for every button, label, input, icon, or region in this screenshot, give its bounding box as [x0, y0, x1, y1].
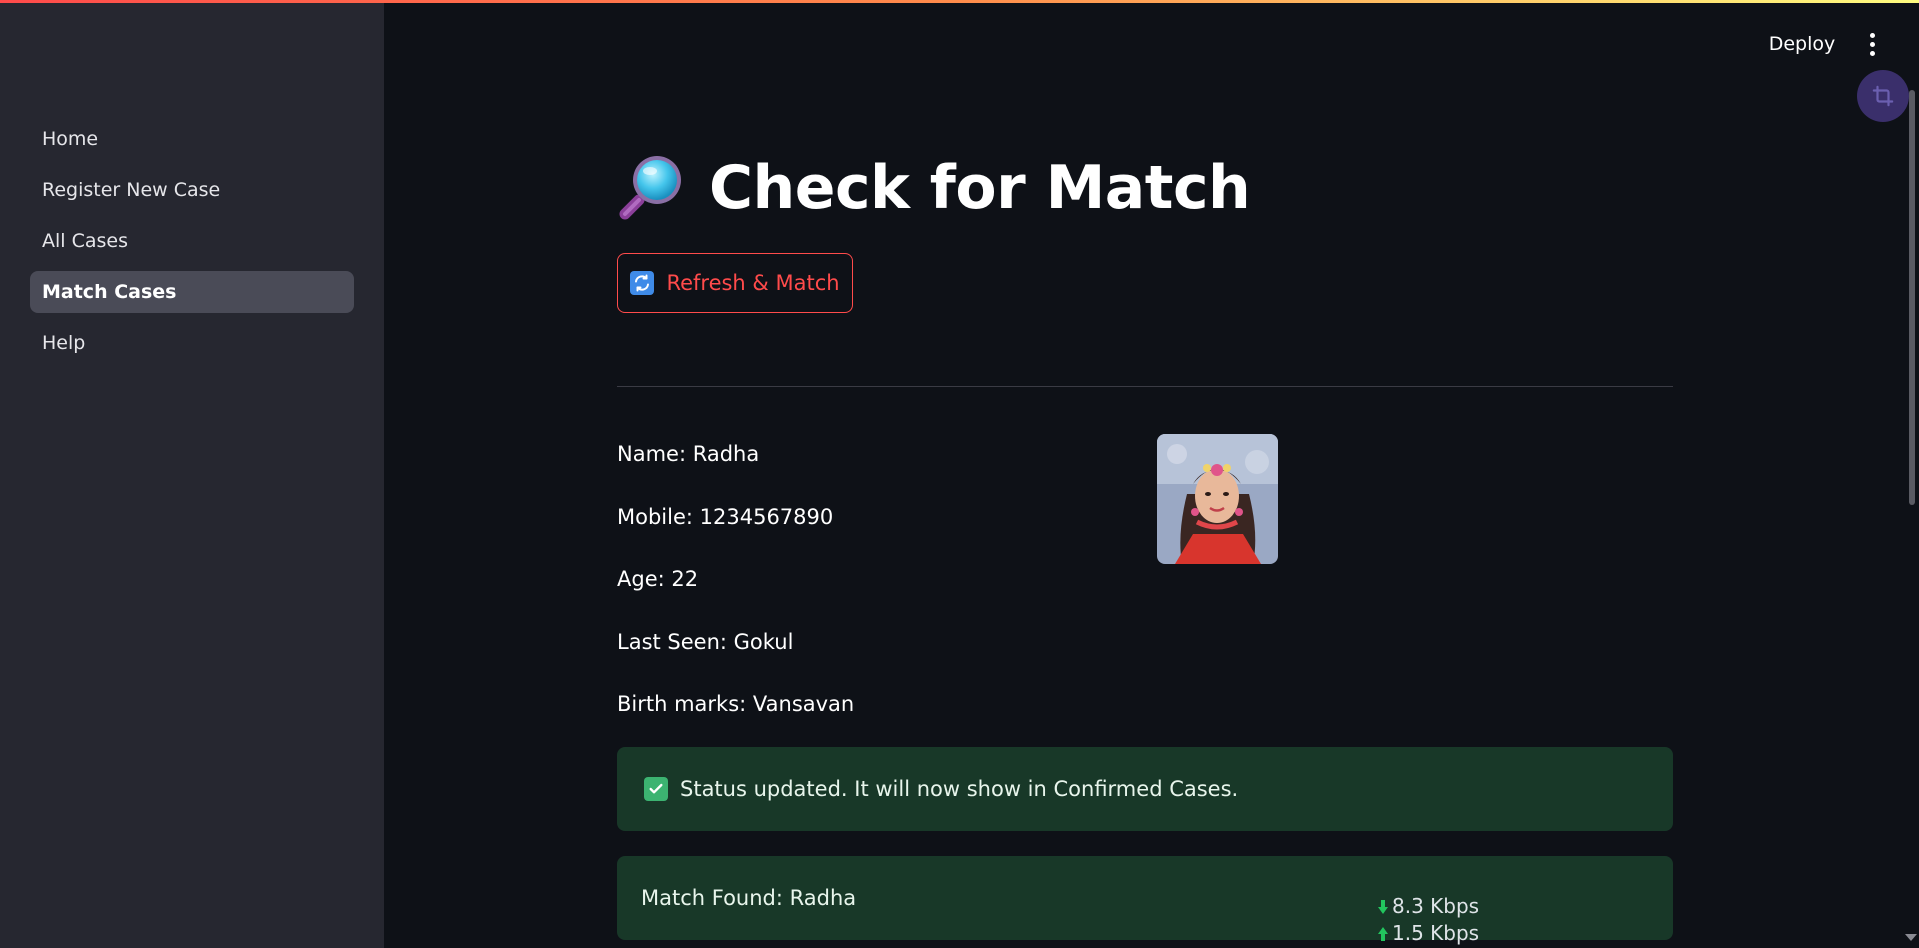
- status-alert: Status updated. It will now show in Conf…: [617, 747, 1673, 831]
- person-details: Name: Radha Mobile: 1234567890 Age: 22 L…: [617, 436, 1137, 749]
- page-title-text: Check for Match: [709, 153, 1251, 223]
- scroll-down-arrow-icon[interactable]: [1905, 934, 1917, 941]
- match-alert: Match Found: Radha: [617, 856, 1673, 940]
- sidebar: Home Register New Case All Cases Match C…: [0, 0, 384, 948]
- person-mobile: Mobile: 1234567890: [617, 504, 834, 529]
- refresh-icon: [630, 271, 655, 295]
- deploy-button[interactable]: Deploy: [1760, 28, 1844, 60]
- person-photo: [1157, 434, 1278, 564]
- upload-arrow-icon: [1378, 926, 1388, 941]
- page-title: Check for Match: [617, 150, 1251, 226]
- upload-speed: 1.5 Kbps: [1392, 921, 1480, 945]
- match-message: Match Found: Radha: [641, 886, 857, 910]
- scrollbar-thumb[interactable]: [1909, 90, 1915, 505]
- status-message: Status updated. It will now show in Conf…: [680, 777, 1239, 801]
- sidebar-nav: Home Register New Case All Cases Match C…: [30, 118, 354, 373]
- sidebar-item-all-cases[interactable]: All Cases: [30, 220, 354, 262]
- more-options-icon[interactable]: [1858, 28, 1886, 60]
- top-decoration-bar: [0, 0, 1919, 3]
- sidebar-item-home[interactable]: Home: [30, 118, 354, 160]
- sidebar-item-help[interactable]: Help: [30, 322, 354, 364]
- upload-speed-row: 1.5 Kbps: [1378, 920, 1479, 947]
- sidebar-item-register-new-case[interactable]: Register New Case: [30, 169, 354, 211]
- refresh-match-button[interactable]: Refresh & Match: [617, 253, 853, 313]
- person-birth-marks: Birth marks: Vansavan: [617, 692, 855, 716]
- person-age: Age: 22: [617, 567, 699, 591]
- crop-icon[interactable]: [1857, 70, 1909, 122]
- download-arrow-icon: [1378, 899, 1388, 914]
- download-speed: 8.3 Kbps: [1392, 894, 1480, 918]
- sidebar-item-match-cases[interactable]: Match Cases: [30, 271, 354, 313]
- main-content: Check for Match Refresh & Match Name: Ra…: [617, 0, 1673, 948]
- network-speed-overlay: 8.3 Kbps 1.5 Kbps: [1378, 893, 1479, 947]
- refresh-match-label: Refresh & Match: [666, 271, 840, 295]
- person-last-seen: Last Seen: Gokul: [617, 629, 794, 654]
- person-name: Name: Radha: [617, 442, 760, 466]
- download-speed-row: 8.3 Kbps: [1378, 893, 1479, 920]
- check-icon: [644, 777, 668, 801]
- magnifier-icon: [617, 150, 689, 226]
- section-divider: [617, 386, 1673, 387]
